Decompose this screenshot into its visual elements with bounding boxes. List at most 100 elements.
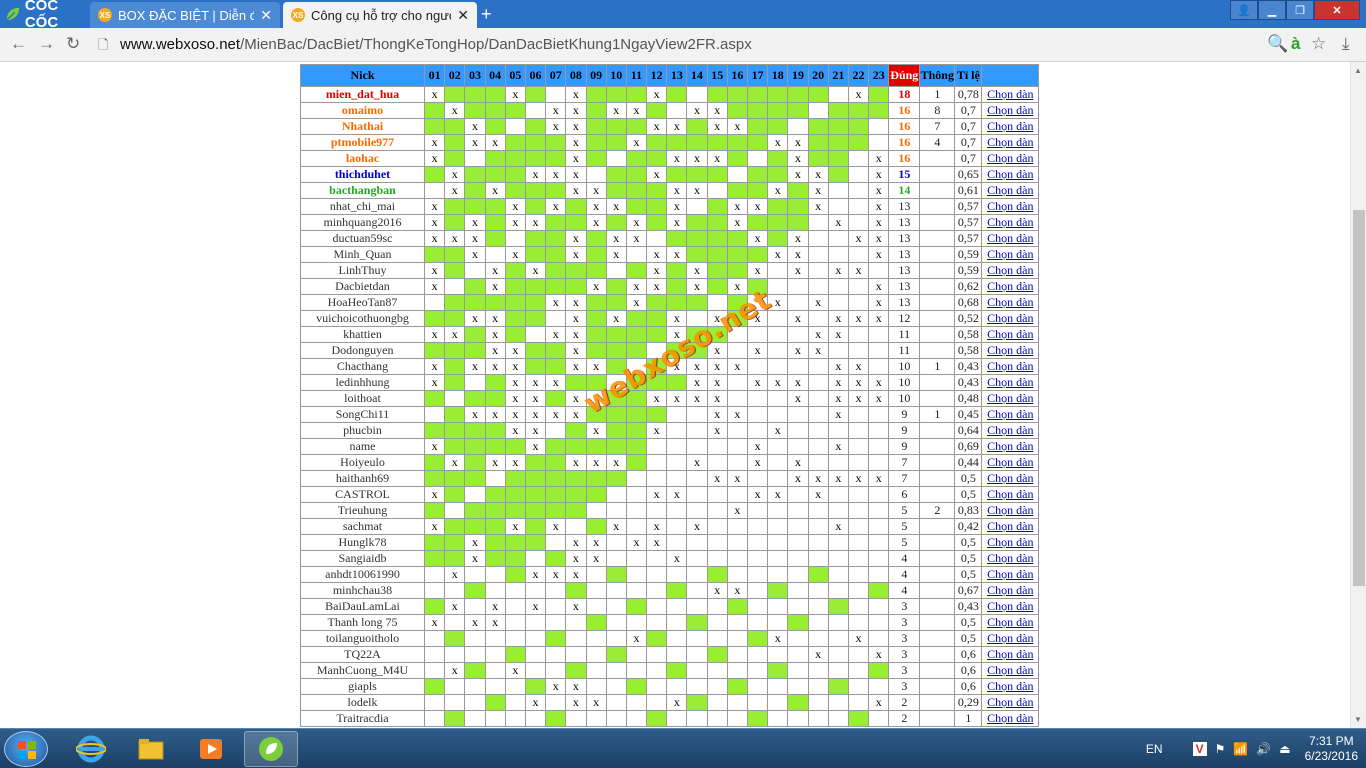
nick-cell: Chacthang [300, 358, 425, 375]
number-cell [686, 86, 708, 103]
number-cell [868, 598, 890, 615]
action-center-flag-icon[interactable]: ⚑ [1215, 742, 1226, 756]
number-cell [625, 710, 648, 727]
chon-dan-link[interactable]: Chọn dàn [981, 694, 1040, 711]
media-player-icon[interactable] [184, 731, 238, 767]
number-cell [484, 694, 506, 711]
chon-dan-link[interactable]: Chọn dàn [981, 198, 1040, 215]
chon-dan-link[interactable]: Chọn dàn [981, 422, 1040, 439]
chon-dan-link[interactable]: Chọn dàn [981, 214, 1040, 231]
zoom-icon[interactable]: 🔍 [1267, 34, 1288, 54]
url-field[interactable]: www.webxoso.net/MienBac/DacBiet/ThongKeT… [120, 36, 752, 53]
tab-close-icon[interactable]: ✕ [457, 7, 469, 24]
number-cell: x [444, 454, 466, 471]
number-cell [444, 710, 466, 727]
number-cell [746, 534, 769, 551]
chon-dan-link[interactable]: Chọn dàn [981, 630, 1040, 647]
chon-dan-link[interactable]: Chọn dàn [981, 550, 1040, 567]
number-cell [706, 694, 728, 711]
chon-dan-link[interactable]: Chọn dàn [981, 582, 1040, 599]
user-icon[interactable]: 👤 [1230, 0, 1258, 20]
chon-dan-link[interactable]: Chọn dàn [981, 102, 1040, 119]
usb-device-icon[interactable]: ⏏ [1279, 742, 1290, 756]
chon-dan-link[interactable]: Chọn dàn [981, 134, 1040, 151]
chon-dan-link[interactable]: Chọn dàn [981, 534, 1040, 551]
download-icon[interactable]: ⤓ [1342, 34, 1350, 54]
chon-dan-link[interactable]: Chọn dàn [981, 342, 1040, 359]
chon-dan-link[interactable]: Chọn dàn [981, 374, 1040, 391]
number-cell [827, 662, 849, 679]
network-signal-icon[interactable]: 📶 [1233, 742, 1248, 756]
number-cell [807, 550, 829, 567]
chon-dan-link[interactable]: Chọn dàn [981, 678, 1040, 695]
chon-dan-link[interactable]: Chọn dàn [981, 614, 1040, 631]
tray-app-icon[interactable]: V [1192, 742, 1207, 756]
number-cell [686, 710, 708, 727]
chon-dan-link[interactable]: Chọn dàn [981, 406, 1040, 423]
chon-dan-link[interactable]: Chọn dàn [981, 294, 1040, 311]
chon-dan-link[interactable]: Chọn dàn [981, 310, 1040, 327]
chon-dan-link[interactable]: Chọn dàn [981, 262, 1040, 279]
scroll-up-icon[interactable]: ▲ [1354, 66, 1362, 75]
chon-dan-link[interactable]: Chọn dàn [981, 390, 1040, 407]
minimize-icon[interactable]: ▁ [1258, 0, 1286, 20]
scroll-thumb[interactable] [1353, 210, 1365, 586]
tab-box-dac-biet[interactable]: XS BOX ĐẶC BIỆT | Diễn đàn ✕ [90, 2, 280, 28]
chon-dan-link[interactable]: Chọn dàn [981, 502, 1040, 519]
chon-dan-link[interactable]: Chọn dàn [981, 150, 1040, 167]
chon-dan-link[interactable]: Chọn dàn [981, 566, 1040, 583]
back-icon[interactable]: ← [10, 34, 27, 54]
start-button[interactable] [4, 731, 48, 767]
spelling-icon[interactable]: à [1291, 34, 1300, 54]
language-indicator[interactable]: EN [1146, 742, 1163, 756]
chon-dan-link[interactable]: Chọn dàn [981, 246, 1040, 263]
number-cell: x [504, 214, 526, 231]
thong-cell [919, 438, 956, 455]
vertical-scrollbar[interactable]: ▲ ▼ [1350, 62, 1366, 728]
tab-cong-cu[interactable]: XS Công cụ hỗ trợ cho người ✕ [283, 2, 477, 28]
volume-icon[interactable]: 🔊 [1256, 742, 1271, 756]
thong-cell [919, 166, 956, 183]
chon-dan-link[interactable]: Chọn dàn [981, 326, 1040, 343]
chon-dan-link[interactable]: Chọn dàn [981, 278, 1040, 295]
table-row: anhdt10061990 x x x x 4 0,5 Chọn dàn [300, 566, 1040, 583]
number-cell: x [726, 214, 749, 231]
chon-dan-link[interactable]: Chọn dàn [981, 86, 1040, 103]
chon-dan-link[interactable]: Chọn dàn [981, 470, 1040, 487]
chon-dan-link[interactable]: Chọn dàn [981, 518, 1040, 535]
tab-close-icon[interactable]: ✕ [260, 7, 272, 24]
close-icon[interactable]: ✕ [1314, 0, 1360, 20]
number-cell [444, 246, 466, 263]
number-cell [565, 646, 587, 663]
bookmark-star-icon[interactable]: ☆ [1311, 34, 1326, 54]
chon-dan-link[interactable]: Chọn dàn [981, 646, 1040, 663]
chon-dan-link[interactable]: Chọn dàn [981, 710, 1040, 727]
file-explorer-icon[interactable] [124, 731, 178, 767]
chon-dan-link[interactable]: Chọn dàn [981, 438, 1040, 455]
number-cell: x [868, 166, 890, 183]
reload-icon[interactable]: ↻ [66, 34, 80, 54]
coccoc-taskbar-icon[interactable] [244, 731, 298, 767]
number-cell [585, 134, 607, 151]
chon-dan-link[interactable]: Chọn dàn [981, 230, 1040, 247]
chon-dan-link[interactable]: Chọn dàn [981, 358, 1040, 375]
internet-explorer-icon[interactable] [64, 731, 118, 767]
number-cell [868, 406, 890, 423]
number-cell [827, 630, 849, 647]
forward-icon[interactable]: → [38, 34, 55, 54]
chon-dan-link[interactable]: Chọn dàn [981, 598, 1040, 615]
new-tab-icon[interactable]: + [481, 4, 492, 25]
chon-dan-link[interactable]: Chọn dàn [981, 454, 1040, 471]
chon-dan-link[interactable]: Chọn dàn [981, 182, 1040, 199]
maximize-icon[interactable]: ❐ [1286, 0, 1314, 20]
chon-dan-link[interactable]: Chọn dàn [981, 486, 1040, 503]
chon-dan-link[interactable]: Chọn dàn [981, 166, 1040, 183]
coccoc-logo[interactable]: CỐC CỐC [0, 0, 88, 31]
clock[interactable]: 7:31 PM 6/23/2016 [1305, 734, 1358, 764]
chon-dan-link[interactable]: Chọn dàn [981, 662, 1040, 679]
number-cell [605, 358, 627, 375]
number-cell [767, 454, 789, 471]
chon-dan-link[interactable]: Chọn dàn [981, 118, 1040, 135]
column-header-number: 06 [524, 64, 547, 87]
scroll-down-icon[interactable]: ▼ [1354, 715, 1362, 724]
